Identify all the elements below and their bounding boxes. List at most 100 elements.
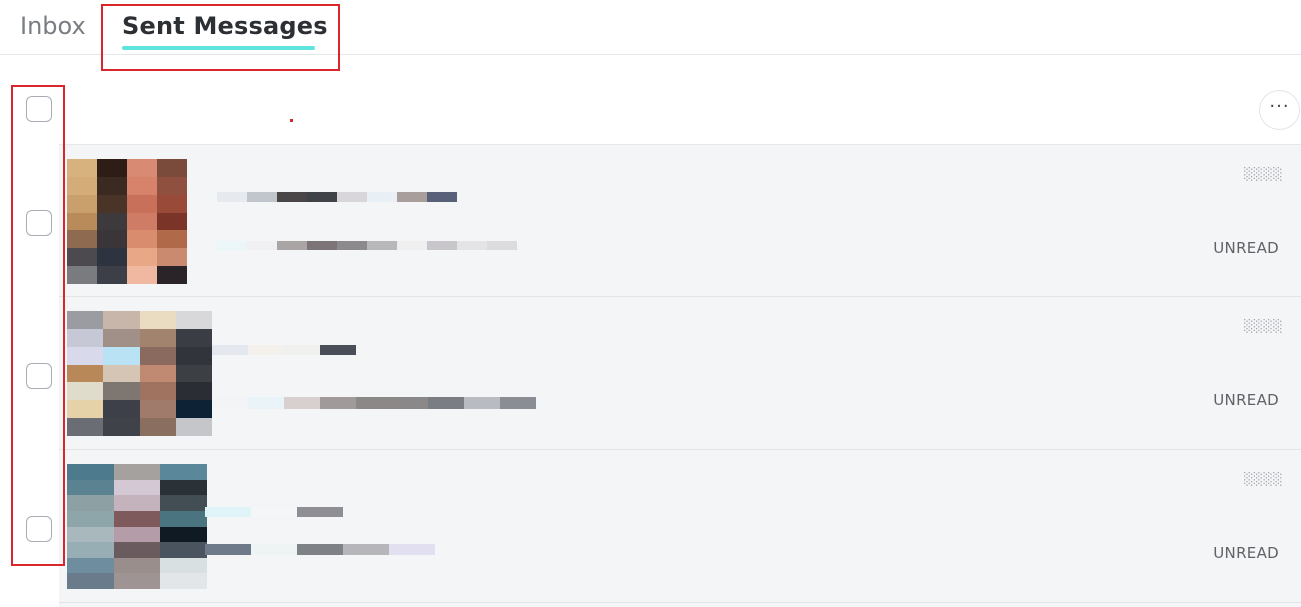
pixel-tile bbox=[139, 418, 176, 436]
message-timestamp-redacted: ░░░░ bbox=[1244, 167, 1283, 181]
message-row[interactable]: ░░░░ UNREAD bbox=[59, 144, 1301, 297]
redacted-segment bbox=[500, 397, 536, 409]
pixel-tile bbox=[67, 248, 97, 267]
more-icon: ··· bbox=[1269, 96, 1290, 117]
redacted-segment bbox=[397, 241, 427, 250]
message-row[interactable]: ░░░░ UNREAD bbox=[59, 297, 1301, 450]
pixel-tile bbox=[113, 557, 161, 574]
pixel-tile bbox=[157, 266, 187, 284]
redacted-segment bbox=[277, 241, 307, 250]
redacted-segment bbox=[251, 544, 297, 555]
redacted-segment bbox=[212, 397, 248, 409]
pixel-tile bbox=[67, 382, 104, 401]
message-status: UNREAD bbox=[1213, 544, 1279, 562]
pixel-tile bbox=[157, 194, 187, 213]
redacted-segment bbox=[389, 544, 435, 555]
avatar bbox=[67, 464, 207, 589]
pixel-tile bbox=[175, 418, 212, 436]
pixel-tile bbox=[113, 510, 161, 527]
redacted-segment bbox=[392, 397, 428, 409]
pixel-tile bbox=[157, 176, 187, 195]
redacted-segment bbox=[397, 192, 427, 202]
redacted-segment bbox=[427, 192, 457, 202]
more-options-button[interactable]: ··· bbox=[1259, 90, 1300, 130]
redacted-segment bbox=[487, 241, 517, 250]
redacted-segment bbox=[320, 345, 356, 355]
redacted-segment bbox=[367, 241, 397, 250]
redacted-segment bbox=[212, 345, 248, 355]
pixel-tile bbox=[157, 159, 187, 177]
marker-dot bbox=[290, 119, 293, 122]
redacted-segment bbox=[247, 192, 277, 202]
pixel-tile bbox=[127, 176, 157, 195]
redacted-segment bbox=[248, 397, 284, 409]
pixel-tile bbox=[113, 526, 161, 543]
avatar bbox=[67, 311, 212, 436]
pixel-tile bbox=[160, 542, 207, 558]
pixel-tile bbox=[139, 400, 176, 419]
message-row[interactable]: ░░░░ UNREAD bbox=[59, 450, 1301, 603]
pixel-tile bbox=[103, 328, 140, 347]
redacted-segment bbox=[284, 397, 320, 409]
redacted-segment bbox=[251, 507, 297, 517]
pixel-tile bbox=[157, 248, 187, 267]
pixel-tile bbox=[67, 510, 114, 527]
pixel-tile bbox=[127, 266, 157, 284]
pixel-tile bbox=[103, 346, 140, 365]
pixel-tile bbox=[175, 346, 212, 365]
pixel-tile bbox=[67, 364, 104, 383]
avatar bbox=[67, 159, 187, 284]
pixel-tile bbox=[97, 248, 127, 267]
pixel-tile bbox=[103, 418, 140, 436]
pixel-tile bbox=[67, 328, 104, 347]
pixel-tile bbox=[160, 479, 207, 496]
pixel-tile bbox=[139, 328, 176, 347]
redacted-segment bbox=[457, 241, 487, 250]
redacted-segment bbox=[277, 192, 307, 202]
message-subject-redacted bbox=[217, 192, 457, 202]
pixel-tile bbox=[67, 526, 114, 543]
list-header bbox=[0, 82, 1301, 142]
pixel-tile bbox=[103, 382, 140, 401]
pixel-tile bbox=[103, 311, 140, 329]
redacted-segment bbox=[248, 345, 284, 355]
pixel-tile bbox=[67, 311, 104, 329]
pixel-tile bbox=[113, 542, 161, 558]
message-timestamp-redacted: ░░░░ bbox=[1244, 472, 1283, 486]
redacted-segment bbox=[464, 397, 500, 409]
pixel-tile bbox=[160, 510, 207, 527]
pixel-tile bbox=[127, 230, 157, 249]
pixel-tile bbox=[139, 382, 176, 401]
pixel-tile bbox=[67, 573, 114, 589]
pixel-tile bbox=[160, 495, 207, 511]
pixel-tile bbox=[113, 495, 161, 511]
redacted-segment bbox=[307, 192, 337, 202]
redacted-segment bbox=[205, 507, 251, 517]
redacted-segment bbox=[320, 397, 356, 409]
message-preview-redacted bbox=[217, 241, 517, 250]
redacted-segment bbox=[297, 544, 343, 555]
message-list: ░░░░ UNREAD ░░░░ UNREAD ░░░░ UNREAD bbox=[59, 144, 1301, 603]
pixel-tile bbox=[160, 526, 207, 543]
pixel-tile bbox=[67, 266, 97, 284]
tab-inbox[interactable]: Inbox bbox=[20, 12, 86, 40]
message-preview-redacted bbox=[205, 544, 435, 555]
pixel-tile bbox=[67, 557, 114, 574]
pixel-tile bbox=[113, 464, 161, 480]
redacted-segment bbox=[217, 241, 247, 250]
message-subject-redacted bbox=[212, 345, 356, 355]
message-status: UNREAD bbox=[1213, 391, 1279, 409]
pixel-tile bbox=[67, 400, 104, 419]
message-preview-redacted bbox=[212, 397, 536, 409]
pixel-tile bbox=[67, 159, 97, 177]
redacted-segment bbox=[427, 241, 457, 250]
pixel-tile bbox=[67, 418, 104, 436]
redacted-segment bbox=[297, 507, 343, 517]
pixel-tile bbox=[113, 479, 161, 496]
pixel-tile bbox=[97, 159, 127, 177]
pixel-tile bbox=[139, 311, 176, 329]
pixel-tile bbox=[139, 346, 176, 365]
pixel-tile bbox=[175, 311, 212, 329]
pixel-tile bbox=[175, 400, 212, 419]
pixel-tile bbox=[160, 557, 207, 574]
